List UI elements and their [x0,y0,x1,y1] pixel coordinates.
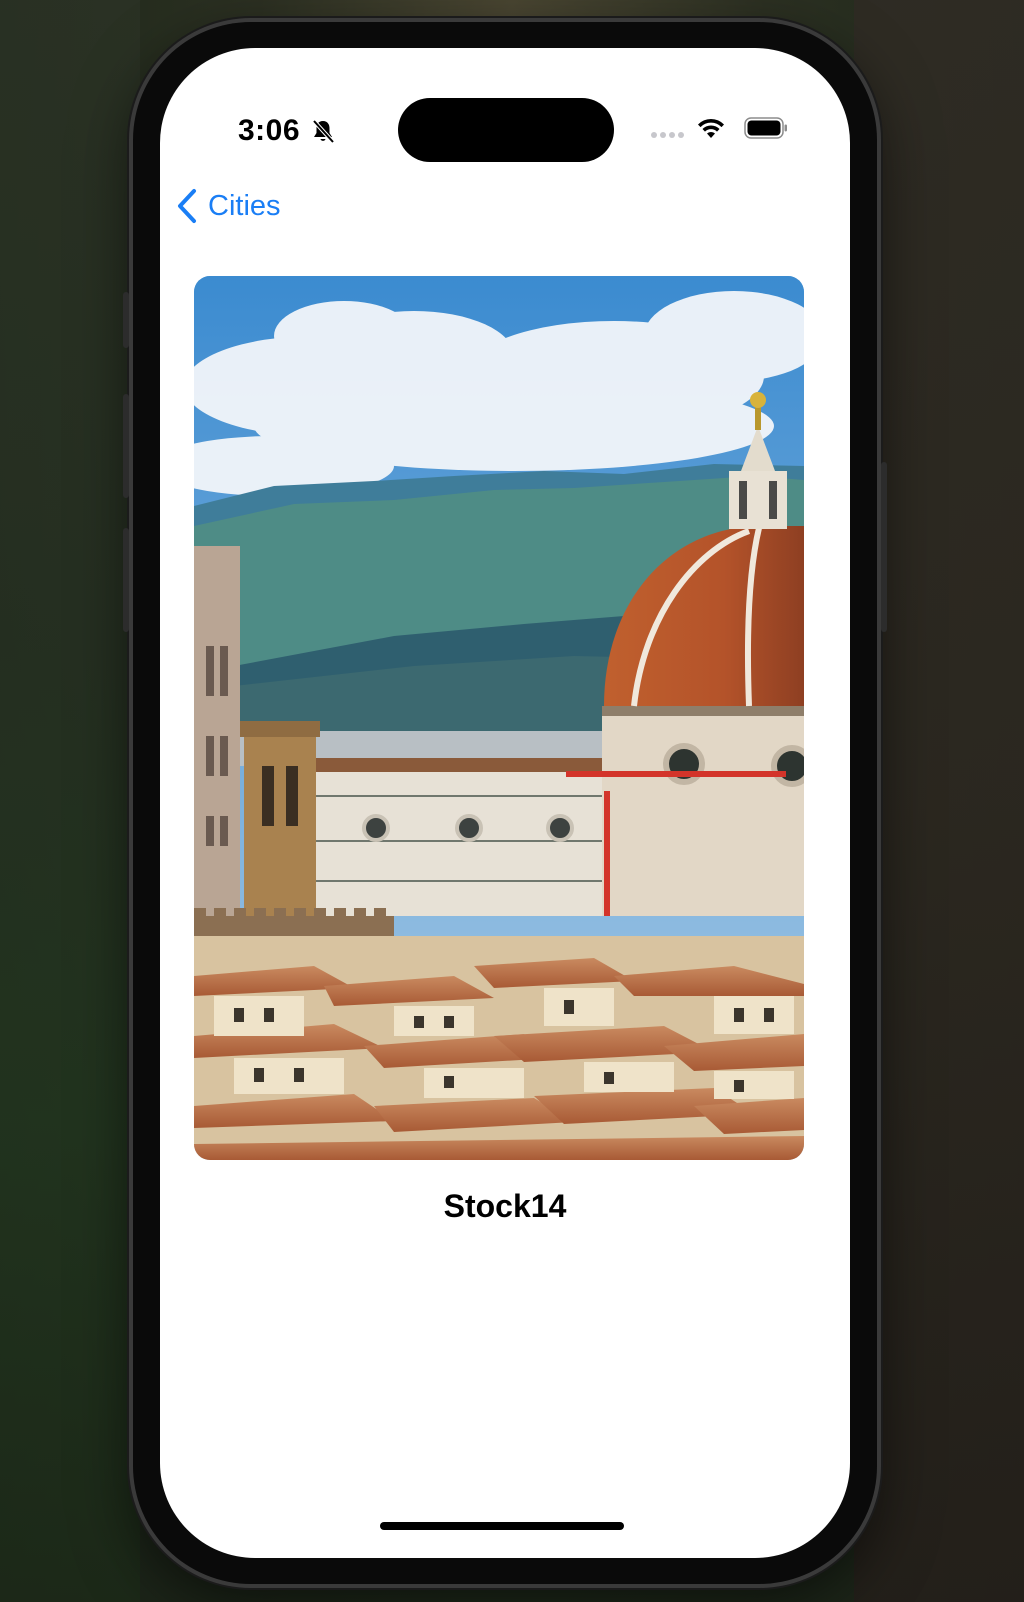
phone-frame: 3:06 Cities Stock14 [123,22,887,1584]
dynamic-island [398,98,614,162]
cellular-signal-icon [651,132,684,138]
city-photo-illustration [194,276,804,1160]
battery-icon [744,117,787,139]
side-button [881,462,887,632]
volume-down-button [123,528,129,632]
chevron-left-icon [178,189,196,223]
background-left [0,0,140,1602]
volume-up-button [123,394,129,498]
back-button-label: Cities [208,189,281,222]
action-button [123,292,129,348]
status-time: 3:06 [238,114,301,147]
photo-title: Stock14 [443,1188,567,1224]
background-right [854,0,1024,1602]
back-button[interactable]: Cities [176,188,281,224]
screen: 3:06 Cities Stock14 [160,48,850,1558]
city-photo [194,276,804,1160]
home-indicator[interactable] [380,1522,624,1530]
bell-slash-icon [312,119,335,144]
wifi-icon [698,118,724,138]
